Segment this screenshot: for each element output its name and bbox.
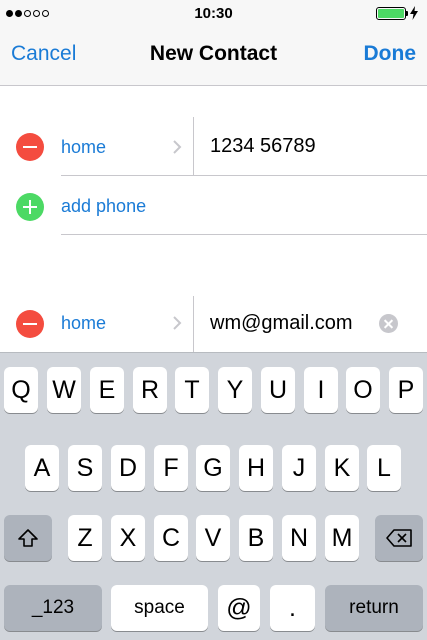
key-c[interactable]: C xyxy=(154,515,188,561)
navigation-bar: Cancel New Contact Done xyxy=(0,28,427,86)
key-p[interactable]: P xyxy=(389,367,423,413)
shift-key[interactable] xyxy=(4,515,52,561)
key-m[interactable]: M xyxy=(325,515,359,561)
add-phone-button[interactable] xyxy=(16,193,44,221)
key-q[interactable]: Q xyxy=(4,367,38,413)
chevron-right-icon xyxy=(173,140,182,154)
row-separator xyxy=(61,175,427,176)
numbers-key[interactable]: _123 xyxy=(4,585,102,631)
key-s[interactable]: S xyxy=(68,445,102,491)
key-h[interactable]: H xyxy=(239,445,273,491)
key-o[interactable]: O xyxy=(346,367,380,413)
remove-email-button[interactable] xyxy=(16,310,44,338)
key-d[interactable]: D xyxy=(111,445,145,491)
keyboard: Q W E R T Y U I O P A S D F G H J K L Z … xyxy=(0,352,427,640)
key-j[interactable]: J xyxy=(282,445,316,491)
key-w[interactable]: W xyxy=(47,367,81,413)
remove-phone-button[interactable] xyxy=(16,133,44,161)
key-i[interactable]: I xyxy=(304,367,338,413)
email-field[interactable]: wm@gmail.com xyxy=(210,312,353,335)
return-key[interactable]: return xyxy=(325,585,423,631)
key-u[interactable]: U xyxy=(261,367,295,413)
key-r[interactable]: R xyxy=(133,367,167,413)
battery-icon xyxy=(376,7,406,20)
key-l[interactable]: L xyxy=(367,445,401,491)
key-a[interactable]: A xyxy=(25,445,59,491)
key-f[interactable]: F xyxy=(154,445,188,491)
space-key[interactable]: space xyxy=(111,585,208,631)
field-divider xyxy=(193,296,194,352)
key-x[interactable]: X xyxy=(111,515,145,561)
status-bar: 10:30 xyxy=(0,0,427,28)
chevron-right-icon xyxy=(173,316,182,330)
row-separator xyxy=(61,234,427,235)
key-e[interactable]: E xyxy=(90,367,124,413)
done-button[interactable]: Done xyxy=(364,42,417,66)
field-divider xyxy=(193,117,194,175)
shift-arrow-icon xyxy=(18,529,38,547)
at-key[interactable]: @ xyxy=(218,585,260,631)
key-v[interactable]: V xyxy=(196,515,230,561)
key-n[interactable]: N xyxy=(282,515,316,561)
backspace-key[interactable] xyxy=(375,515,423,561)
key-b[interactable]: B xyxy=(239,515,273,561)
email-label-selector[interactable]: home xyxy=(61,313,106,334)
backspace-icon xyxy=(386,529,412,547)
status-time: 10:30 xyxy=(194,5,233,22)
clear-text-icon[interactable] xyxy=(379,314,398,333)
phone-number-field[interactable]: 1234 56789 xyxy=(210,135,316,158)
key-t[interactable]: T xyxy=(175,367,209,413)
charging-bolt-icon xyxy=(410,6,418,20)
key-k[interactable]: K xyxy=(325,445,359,491)
add-phone-label[interactable]: add phone xyxy=(61,196,146,217)
key-y[interactable]: Y xyxy=(218,367,252,413)
key-g[interactable]: G xyxy=(196,445,230,491)
phone-label-selector[interactable]: home xyxy=(61,137,106,158)
dot-key[interactable]: . xyxy=(270,585,315,631)
key-z[interactable]: Z xyxy=(68,515,102,561)
battery-tip xyxy=(406,11,408,16)
